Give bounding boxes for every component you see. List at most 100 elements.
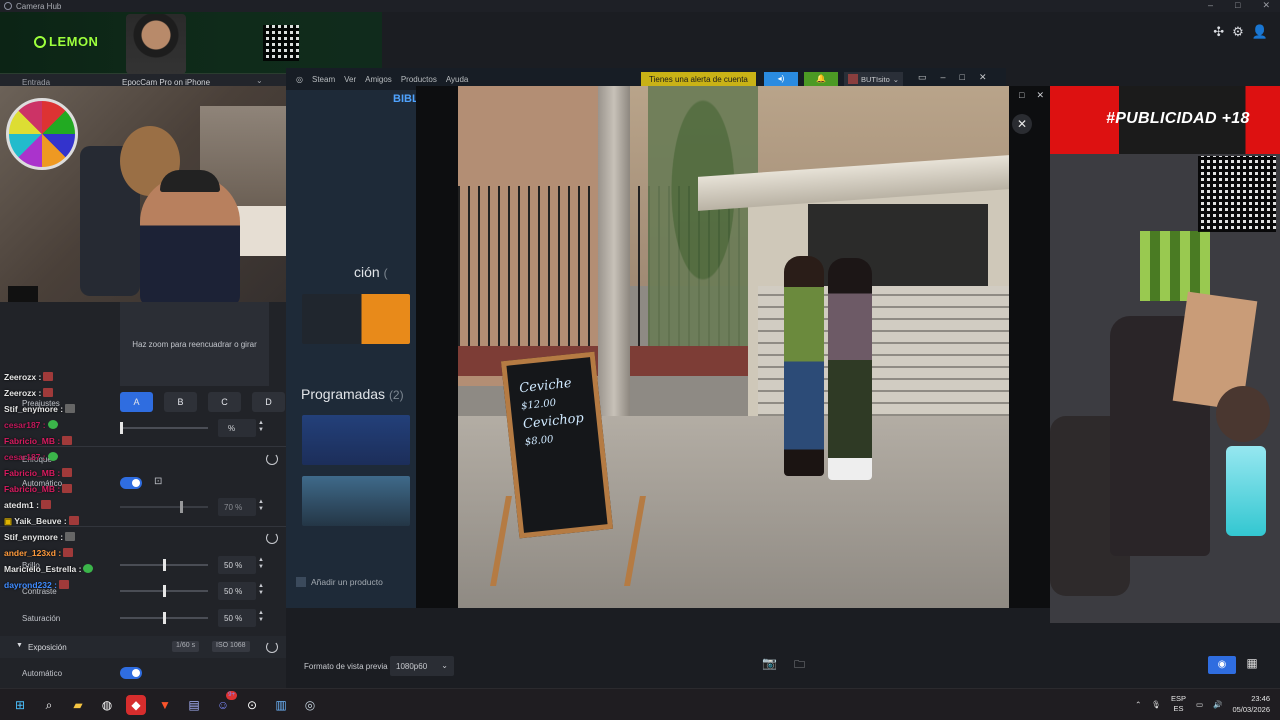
brave-icon[interactable]: ▼	[155, 695, 175, 715]
app-icon[interactable]: ⊙	[242, 695, 262, 715]
emote-icon	[65, 532, 76, 541]
exposure-section[interactable]: ▼ Exposición 1/60 s ISO 1068	[0, 636, 286, 658]
game-tile-ets[interactable]	[302, 476, 410, 526]
preset-c-button[interactable]: C	[208, 392, 241, 412]
menu-ayuda[interactable]: Ayuda	[446, 75, 469, 84]
chat-line: Zeerozx :	[4, 388, 54, 398]
reset-icon[interactable]	[266, 532, 278, 544]
brightness-value-field[interactable]: 50 %	[218, 556, 256, 574]
close-button[interactable]: ✕	[1262, 0, 1270, 11]
menu-productos[interactable]: Productos	[401, 75, 437, 84]
focus-slider[interactable]	[120, 501, 208, 513]
volume-icon[interactable]: 🔊	[1213, 700, 1222, 709]
maximize-button[interactable]: □	[1235, 0, 1240, 11]
street-photo: Ceviche $12.00 Cevichop $8.00	[458, 86, 1009, 608]
game-tile-cs2[interactable]	[302, 294, 410, 344]
focus-stepper[interactable]: ▲ ▼	[258, 499, 264, 513]
brightness-slider-thumb[interactable]	[163, 559, 166, 571]
library-tab[interactable]: BIBL	[393, 93, 419, 105]
app-red-icon[interactable]: ◆	[126, 695, 146, 715]
zoom-value-field[interactable]: %	[218, 419, 256, 437]
preset-d-button[interactable]: D	[252, 392, 285, 412]
focus-target-icon[interactable]: ⊡	[154, 476, 162, 487]
zoom-slider[interactable]	[120, 422, 208, 434]
saturation-slider-thumb[interactable]	[163, 612, 166, 624]
preview-bottom-bar: Formato de vista previa 1080p60 ⌄ 📷 🗀 ◉ ▦	[286, 650, 1280, 682]
steam-logo-icon[interactable]: ◎	[296, 75, 303, 84]
steam-user-menu[interactable]: BUTIsito ⌄	[844, 72, 904, 86]
chrome-icon[interactable]: ◍	[97, 695, 117, 715]
camera-hub-logo-icon	[4, 2, 12, 10]
preview-format-select[interactable]: 1080p60 ⌄	[390, 656, 454, 676]
contrast-value-field[interactable]: 50 %	[218, 582, 256, 600]
menu-amigos[interactable]: Amigos	[365, 75, 392, 84]
zoom-slider-thumb[interactable]	[120, 422, 123, 434]
streamer	[140, 176, 240, 302]
reset-icon[interactable]	[266, 641, 278, 653]
brightness-slider[interactable]	[120, 559, 208, 571]
viewer-close-x[interactable]: ✕	[1036, 90, 1044, 101]
minimize-button[interactable]: –	[1208, 0, 1213, 11]
language-indicator[interactable]: ESP ES	[1171, 694, 1186, 714]
contrast-slider-thumb[interactable]	[163, 585, 166, 597]
windows-icon[interactable]: ⊞	[10, 695, 30, 715]
chat-line: Maricielo_Estrella :	[4, 564, 94, 574]
saturation-slider[interactable]	[120, 612, 208, 624]
search-icon[interactable]: ⌕	[39, 695, 59, 715]
taskbar-apps: ⊞ ⌕ ▰ ◍ ◆ ▼ ▤ ☺ 9+ ⊙ ▥ ◎	[10, 691, 320, 715]
account-alert-button[interactable]: Tienes una alerta de cuenta	[641, 72, 756, 86]
user-icon[interactable]: 👤	[1252, 24, 1268, 40]
contrast-stepper[interactable]: ▲ ▼	[258, 583, 264, 597]
notes-icon[interactable]: ▥	[271, 695, 291, 715]
contrast-slider[interactable]	[120, 585, 208, 597]
speaker	[8, 286, 38, 302]
store-icon[interactable]: ▤	[184, 695, 204, 715]
saturation-value-field[interactable]: 50 %	[218, 609, 256, 627]
clock[interactable]: 23:46 05/03/2026	[1232, 693, 1270, 715]
steam-monitor-icon[interactable]: ▭	[918, 72, 927, 83]
exposure-auto-toggle[interactable]	[120, 667, 142, 679]
steam-window-controls: ▭ – □ ✕	[918, 72, 987, 83]
camera-snapshot-icon[interactable]: 📷	[762, 656, 784, 676]
preset-b-button[interactable]: B	[164, 392, 197, 412]
focus-slider-thumb[interactable]	[180, 501, 183, 513]
focus-auto-toggle[interactable]	[120, 477, 142, 489]
grid-icon[interactable]: ▦	[1242, 656, 1262, 674]
steam-icon[interactable]: ◎	[300, 695, 320, 715]
folder-icon[interactable]: ▰	[68, 695, 88, 715]
folder-icon[interactable]: 🗀	[794, 656, 805, 675]
header-icons: ✣ ⚙ 👤	[1213, 24, 1268, 40]
led-lamp	[1226, 446, 1266, 536]
zoom-stepper[interactable]: ▲ ▼	[258, 420, 264, 434]
reset-icon[interactable]	[266, 453, 278, 465]
menu-ver[interactable]: Ver	[344, 75, 356, 84]
steam-maximize-button[interactable]: □	[960, 72, 965, 83]
game-tile-crosshair[interactable]	[302, 415, 410, 465]
microphone-icon[interactable]: 🎙	[1151, 700, 1161, 709]
apps-icon[interactable]: ✣	[1213, 24, 1224, 40]
viewer-maximize-button[interactable]: □	[1019, 90, 1024, 101]
steam-minimize-button[interactable]: –	[941, 72, 946, 83]
chevron-up-icon[interactable]: ⌃	[1135, 700, 1141, 709]
chevron-down-icon[interactable]: ⌄	[256, 76, 263, 85]
saturation-stepper[interactable]: ▲ ▼	[258, 610, 264, 624]
eye-icon[interactable]: ◉	[1208, 656, 1236, 674]
notifications-button[interactable]: 🔔	[804, 72, 838, 86]
gear-icon[interactable]: ⚙	[1232, 24, 1244, 40]
plus-icon	[296, 577, 306, 587]
broadcast-button[interactable]: ◂)	[764, 72, 798, 86]
discord-icon[interactable]: ☺ 9+	[213, 691, 237, 715]
steam-close-button[interactable]: ✕	[979, 72, 987, 83]
exposure-auto-row: Automático	[0, 662, 286, 684]
add-product-button[interactable]: Añadir un producto	[296, 577, 383, 587]
window-controls: – □ ✕	[1208, 0, 1270, 11]
zoom-reframe-area[interactable]: Haz zoom para reencuadrar o girar	[120, 302, 269, 386]
preset-a-button[interactable]: A	[120, 392, 153, 412]
preset-buttons: A B C D	[120, 392, 285, 412]
close-icon[interactable]: ✕	[1012, 114, 1032, 134]
network-icon[interactable]: ▭	[1196, 700, 1203, 709]
menu-steam[interactable]: Steam	[312, 75, 335, 84]
brightness-stepper[interactable]: ▲ ▼	[258, 557, 264, 571]
focus-value-field[interactable]: 70 %	[218, 498, 256, 516]
emote-icon	[62, 484, 73, 493]
